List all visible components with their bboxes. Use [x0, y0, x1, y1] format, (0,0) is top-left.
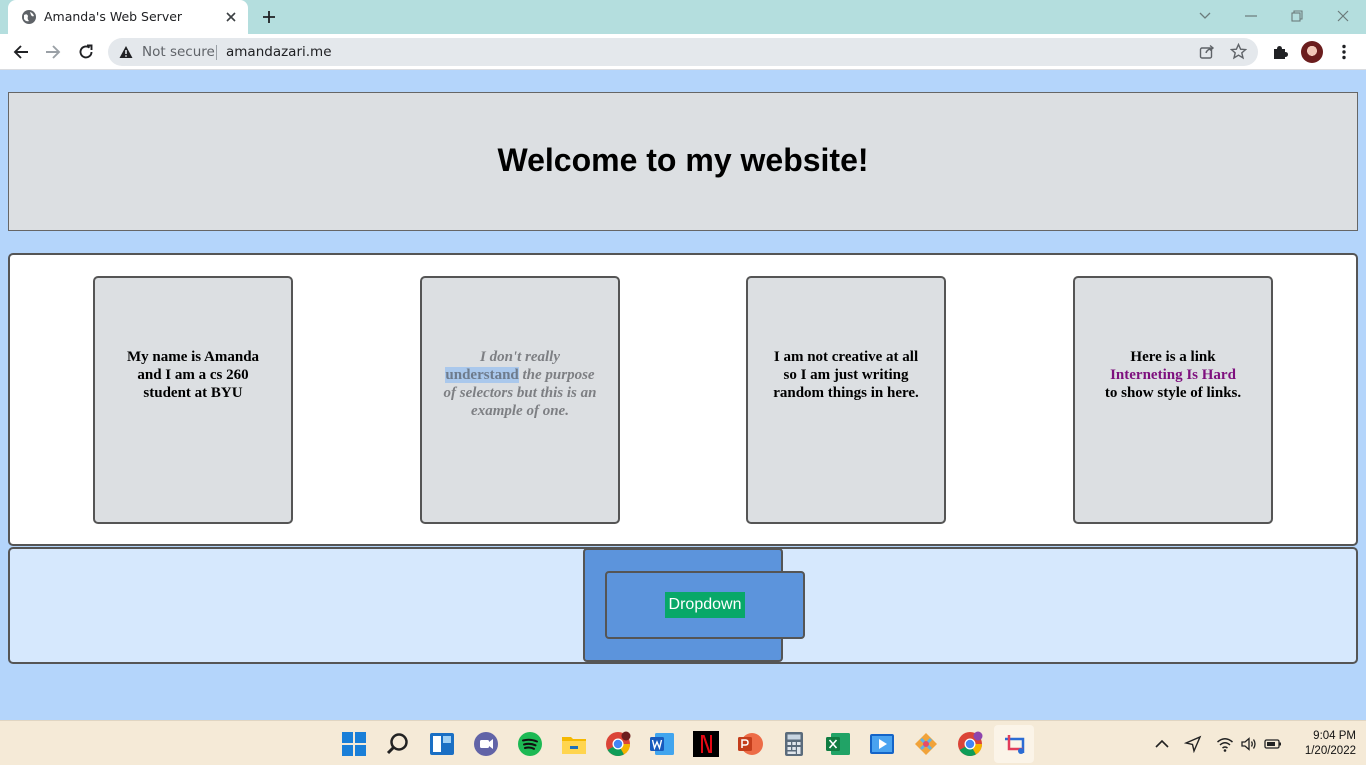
back-arrow-icon[interactable] — [10, 41, 32, 63]
card-creative-text: I am not creative at all so I am just wr… — [773, 349, 919, 401]
interneting-is-hard-link[interactable]: Interneting Is Hard — [1110, 367, 1236, 383]
search-icon[interactable] — [385, 731, 411, 757]
card-link-text-before: Here is a link — [1130, 349, 1216, 365]
address-bar[interactable]: Not secure amandazari.me — [108, 38, 1258, 66]
browser-toolbar: Not secure amandazari.me — [0, 34, 1366, 70]
sourcetree-icon[interactable] — [913, 731, 939, 757]
card-about-text: My name is Amanda and I am a cs 260 stud… — [126, 349, 260, 401]
profile-avatar[interactable] — [1301, 41, 1323, 63]
clock-time: 9:04 PM — [1313, 730, 1356, 742]
chrome-profile-icon[interactable] — [957, 731, 983, 757]
dropdown-button[interactable]: Dropdown — [665, 592, 745, 618]
tab-title: Amanda's Web Server — [44, 9, 183, 24]
file-explorer-icon[interactable] — [561, 731, 587, 757]
card-link: Here is a link Interneting Is Hard to sh… — [1073, 276, 1273, 524]
url-text[interactable]: amandazari.me — [226, 44, 332, 60]
chrome-icon[interactable] — [605, 731, 631, 757]
browser-tab[interactable]: Amanda's Web Server — [8, 0, 248, 34]
spotify-icon[interactable] — [517, 731, 543, 757]
powerpoint-icon[interactable] — [737, 731, 763, 757]
omnibox-divider — [216, 45, 217, 60]
battery-icon[interactable] — [1264, 735, 1282, 753]
highlighted-word: understand — [445, 367, 519, 383]
card-link-text-after: to show style of links. — [1104, 385, 1242, 401]
wifi-icon[interactable] — [1216, 735, 1234, 753]
header-banner: Welcome to my website! — [8, 92, 1358, 231]
bookmark-star-icon[interactable] — [1230, 43, 1247, 60]
netflix-icon[interactable] — [693, 731, 719, 757]
close-tab-icon[interactable] — [222, 8, 240, 26]
close-window-icon[interactable] — [1332, 6, 1354, 26]
restore-icon[interactable] — [1286, 6, 1308, 26]
clock-date: 1/20/2022 — [1304, 745, 1356, 757]
card-selectors: I don't really understand the purpose of… — [420, 276, 620, 524]
menu-kebab-icon[interactable] — [1333, 41, 1355, 63]
calculator-icon[interactable] — [781, 731, 807, 757]
page-title: Welcome to my website! — [497, 142, 869, 178]
new-tab-icon[interactable] — [259, 7, 279, 27]
media-player-icon[interactable] — [869, 731, 895, 757]
minimize-icon[interactable] — [1240, 6, 1262, 26]
tab-search-chevron-icon[interactable] — [1194, 6, 1216, 26]
extensions-puzzle-icon[interactable] — [1269, 41, 1291, 63]
volume-icon[interactable] — [1240, 735, 1258, 753]
security-status[interactable]: Not secure — [142, 44, 215, 60]
globe-icon — [22, 10, 36, 24]
card-selectors-text: I don't really understand the purpose of… — [442, 348, 598, 420]
windows-taskbar: 9:04 PM 1/20/2022 — [0, 720, 1366, 765]
card-creative: I am not creative at all so I am just wr… — [746, 276, 946, 524]
teams-chat-icon[interactable] — [473, 731, 499, 757]
taskbar-clock[interactable]: 9:04 PM 1/20/2022 — [1292, 729, 1356, 759]
location-arrow-icon[interactable] — [1184, 735, 1202, 753]
browser-tab-strip: Amanda's Web Server — [0, 0, 1366, 34]
warning-triangle-icon[interactable] — [119, 45, 133, 59]
card-section: My name is Amanda and I am a cs 260 stud… — [8, 253, 1358, 546]
card-selectors-text-before: I don't really — [479, 349, 560, 365]
excel-icon[interactable] — [825, 731, 851, 757]
card-link-text: Here is a link Interneting Is Hard to sh… — [1095, 348, 1251, 402]
card-about: My name is Amanda and I am a cs 260 stud… — [93, 276, 293, 524]
word-icon[interactable] — [649, 731, 675, 757]
share-icon[interactable] — [1199, 44, 1215, 60]
widgets-icon[interactable] — [429, 731, 455, 757]
chevron-up-icon[interactable] — [1153, 735, 1171, 753]
windows-start-icon[interactable] — [341, 731, 367, 757]
reload-icon[interactable] — [75, 41, 97, 63]
forward-arrow-icon[interactable] — [42, 41, 64, 63]
snipping-tool-icon[interactable] — [1001, 731, 1027, 757]
